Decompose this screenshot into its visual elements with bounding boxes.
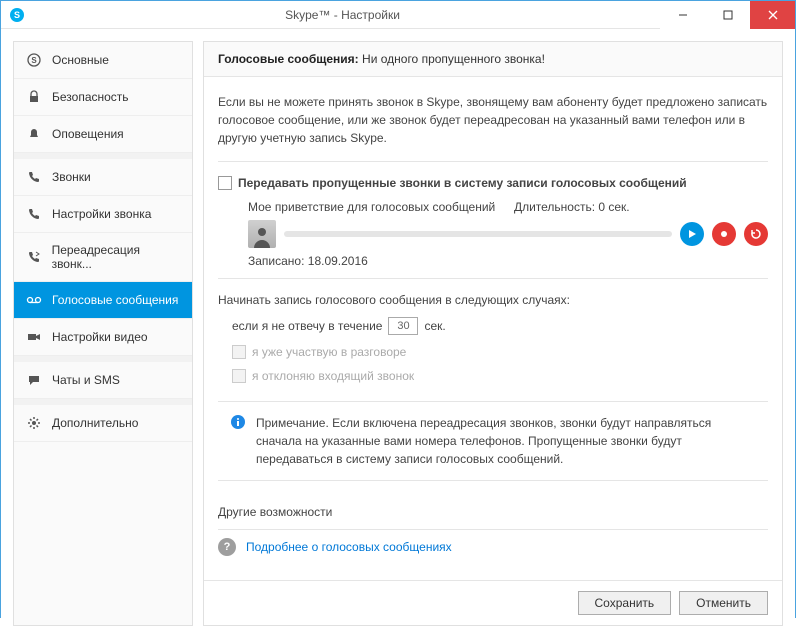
content-pane: Голосовые сообщения: Ни одного пропущенн… <box>203 41 783 626</box>
sidebar-item-video[interactable]: Настройки видео <box>14 319 192 356</box>
cancel-button[interactable]: Отменить <box>679 591 768 615</box>
sidebar-item-call-settings[interactable]: Настройки звонка <box>14 196 192 233</box>
sidebar-item-chats[interactable]: Чаты и SMS <box>14 362 192 399</box>
sidebar-label: Звонки <box>52 170 91 184</box>
lock-icon <box>26 89 42 105</box>
maximize-button[interactable] <box>705 1 750 29</box>
svg-text:S: S <box>14 10 20 20</box>
sidebar-label: Чаты и SMS <box>52 373 120 387</box>
noanswer-seconds-input[interactable] <box>388 317 418 335</box>
phone-icon <box>26 206 42 222</box>
sidebar-label: Оповещения <box>52 127 124 141</box>
help-icon: ? <box>218 538 236 556</box>
note-text: Примечание. Если включена переадресация … <box>256 414 756 468</box>
reject-label: я отклоняю входящий звонок <box>252 369 414 383</box>
noanswer-suffix: сек. <box>424 319 445 333</box>
busy-label: я уже участвую в разговоре <box>252 345 406 359</box>
forward-checkbox[interactable] <box>218 176 232 190</box>
busy-checkbox[interactable] <box>232 345 246 359</box>
reject-checkbox[interactable] <box>232 369 246 383</box>
sidebar-label: Безопасность <box>52 90 129 104</box>
sidebar-item-calls[interactable]: Звонки <box>14 159 192 196</box>
duration-label: Длительность: 0 сек. <box>514 200 630 214</box>
learn-more-link[interactable]: Подробнее о голосовых сообщениях <box>246 540 452 554</box>
content-header: Голосовые сообщения: Ни одного пропущенн… <box>204 42 782 77</box>
sidebar-item-forwarding[interactable]: Переадресация звонк... <box>14 233 192 282</box>
skype-icon: S <box>9 7 25 23</box>
sidebar-label: Настройки звонка <box>52 207 151 221</box>
close-button[interactable] <box>750 1 795 29</box>
header-sub: Ни одного пропущенного звонка! <box>362 52 545 66</box>
forward-label: Передавать пропущенные звонки в систему … <box>238 176 687 190</box>
sidebar-item-voicemail[interactable]: Голосовые сообщения <box>14 282 192 319</box>
noanswer-prefix: если я не отвечу в течение <box>232 319 382 333</box>
settings-window: S Skype™ - Настройки S Основные Безопасн… <box>0 0 796 618</box>
header-label: Голосовые сообщения: <box>218 52 359 66</box>
sidebar-item-advanced[interactable]: Дополнительно <box>14 405 192 442</box>
chat-icon <box>26 372 42 388</box>
sidebar-item-notifications[interactable]: Оповещения <box>14 116 192 153</box>
voicemail-icon <box>26 292 42 308</box>
info-icon <box>230 414 246 430</box>
video-icon <box>26 329 42 345</box>
skype-small-icon: S <box>26 52 42 68</box>
sidebar-label: Дополнительно <box>52 416 138 430</box>
gear-icon <box>26 415 42 431</box>
window-controls <box>660 1 795 29</box>
window-title: Skype™ - Настройки <box>25 8 660 22</box>
svg-text:S: S <box>31 56 37 65</box>
playback-track[interactable] <box>284 231 672 237</box>
other-title: Другие возможности <box>218 505 768 519</box>
titlebar: S Skype™ - Настройки <box>1 1 795 29</box>
save-button[interactable]: Сохранить <box>578 591 672 615</box>
play-button[interactable] <box>680 222 704 246</box>
intro-text: Если вы не можете принять звонок в Skype… <box>218 93 768 147</box>
reset-button[interactable] <box>744 222 768 246</box>
note-box: Примечание. Если включена переадресация … <box>218 401 768 481</box>
sidebar-label: Переадресация звонк... <box>52 243 180 271</box>
sidebar-item-security[interactable]: Безопасность <box>14 79 192 116</box>
recorded-label: Записано: 18.09.2016 <box>248 254 768 268</box>
forward-icon <box>26 249 42 265</box>
sidebar-label: Голосовые сообщения <box>52 293 178 307</box>
phone-icon <box>26 169 42 185</box>
minimize-button[interactable] <box>660 1 705 29</box>
sidebar: S Основные Безопасность Оповещения Звонк… <box>13 41 193 626</box>
greeting-label: Мое приветствие для голосовых сообщений <box>248 200 495 214</box>
sidebar-label: Основные <box>52 53 109 67</box>
record-button[interactable] <box>712 222 736 246</box>
footer: Сохранить Отменить <box>204 580 782 625</box>
start-record-label: Начинать запись голосового сообщения в с… <box>218 293 768 307</box>
bell-icon <box>26 126 42 142</box>
avatar <box>248 220 276 248</box>
sidebar-label: Настройки видео <box>52 330 148 344</box>
sidebar-item-general[interactable]: S Основные <box>14 42 192 79</box>
